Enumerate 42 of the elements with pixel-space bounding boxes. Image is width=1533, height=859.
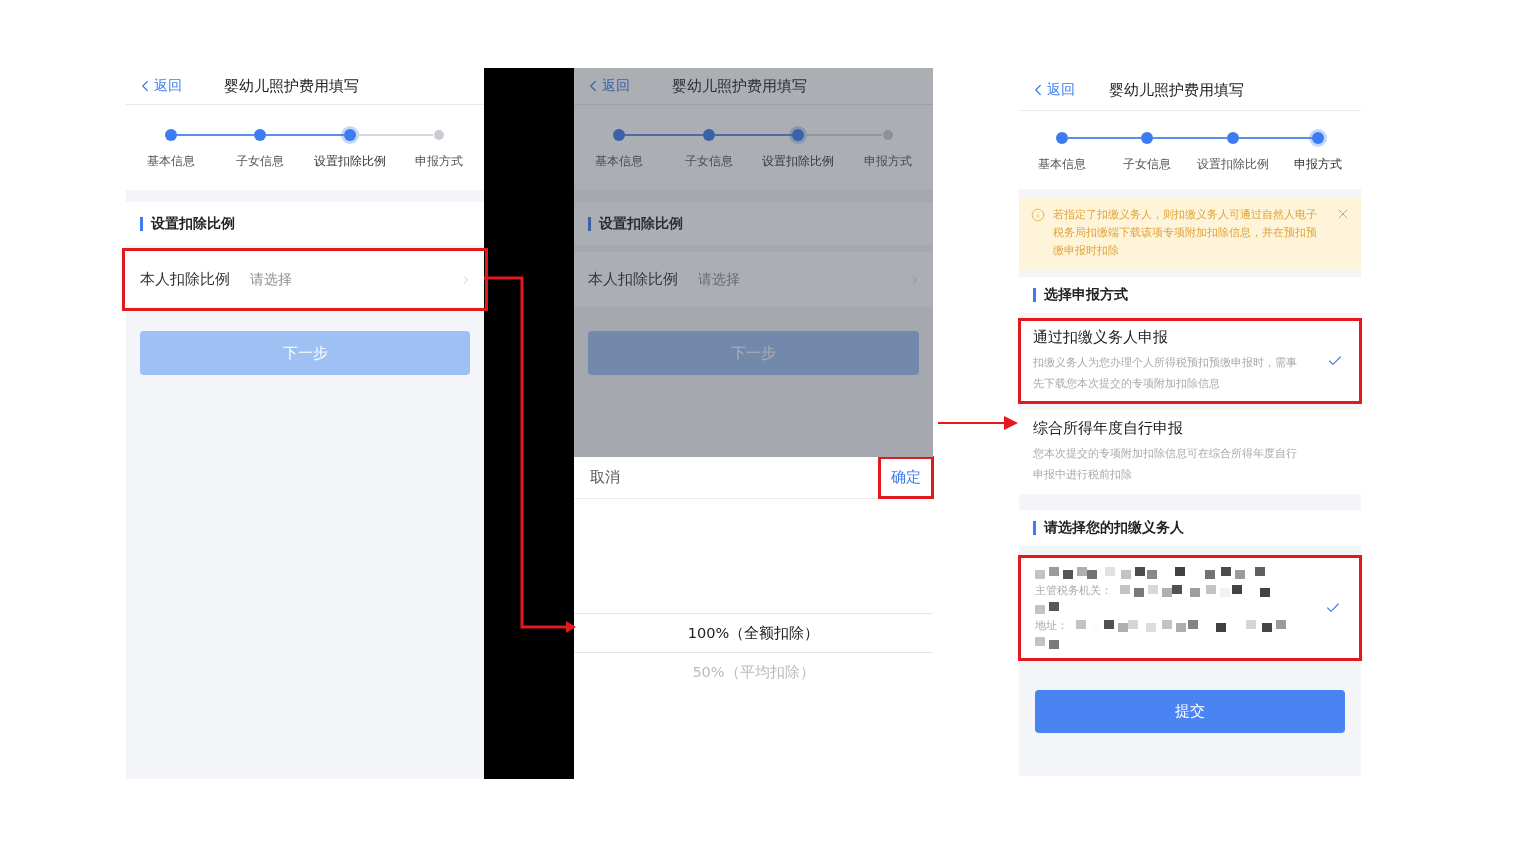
section-marker: [1033, 288, 1036, 302]
back-button[interactable]: 返回: [136, 77, 182, 95]
step-label: 子女信息: [683, 153, 734, 170]
section-title: 设置扣除比例: [151, 214, 235, 233]
step-label: 申报方式: [863, 153, 914, 170]
option-title: 通过扣缴义务人申报: [1033, 328, 1169, 347]
option-description: 您本次提交的专项附加扣除信息可在综合所得年度自行申报中进行税前扣除: [1033, 446, 1298, 483]
section-title: 选择申报方式: [1044, 286, 1128, 304]
back-button[interactable]: 返回: [584, 77, 630, 95]
step-label: 子女信息: [1122, 156, 1173, 173]
option-row[interactable]: 通过扣缴义务人申报 扣缴义务人为您办理个人所得税预扣预缴申报时，需事先下载您本次提交的专项附加扣除信息: [1019, 319, 1361, 403]
step-label: 申报方式: [414, 153, 465, 170]
section-marker: [1033, 521, 1036, 535]
submit-button[interactable]: 提交: [1035, 690, 1345, 733]
field-label: 地址：: [1035, 618, 1068, 633]
option-title: 综合所得年度自行申报: [1033, 419, 1184, 438]
option-description: 扣缴义务人为您办理个人所得税预扣预缴申报时，需事先下载您本次提交的专项附加扣除信息: [1033, 355, 1298, 392]
step-label: 基本信息: [145, 153, 196, 170]
step-label: 子女信息: [235, 153, 286, 170]
option-row[interactable]: 综合所得年度自行申报 您本次提交的专项附加扣除信息可在综合所得年度自行申报中进行税前扣除: [1019, 410, 1361, 494]
page-title: 婴幼儿照护费用填写: [672, 76, 807, 96]
step-label: 基本信息: [1036, 156, 1087, 173]
field-label: 主管税务机关：: [1035, 583, 1112, 598]
select-field[interactable]: 本人扣除比例 请选择: [574, 252, 933, 307]
confirm-button[interactable]: 确定: [879, 457, 933, 498]
section-marker: [588, 216, 591, 231]
notice-text: 若指定了扣缴义务人，则扣缴义务人可通过自然人电子税务局扣缴端下载该项专项附加扣除信息，并在预扣预缴申报时扣除: [1053, 207, 1318, 259]
page-title: 婴幼儿照护费用填写: [223, 76, 359, 96]
step-label: 设置扣除比例: [1195, 156, 1270, 173]
step-label: 基本信息: [593, 153, 644, 170]
step-label: 设置扣除比例: [761, 153, 836, 170]
section-title: 设置扣除比例: [599, 214, 683, 233]
page-title: 婴幼儿照护费用填写: [1108, 80, 1244, 100]
step-label: 申报方式: [1293, 156, 1344, 173]
cancel-button[interactable]: 取消: [590, 468, 620, 487]
info-icon: [1031, 208, 1045, 222]
section-title: 请选择您的扣缴义务人: [1044, 519, 1184, 537]
back-button[interactable]: 返回: [1029, 81, 1075, 99]
picker-option[interactable]: 100%（全额扣除）: [574, 613, 933, 653]
payer-card[interactable]: 主管税务机关： 地址：: [1019, 556, 1361, 660]
section-marker: [140, 216, 143, 231]
step-label: 设置扣除比例: [312, 153, 387, 170]
